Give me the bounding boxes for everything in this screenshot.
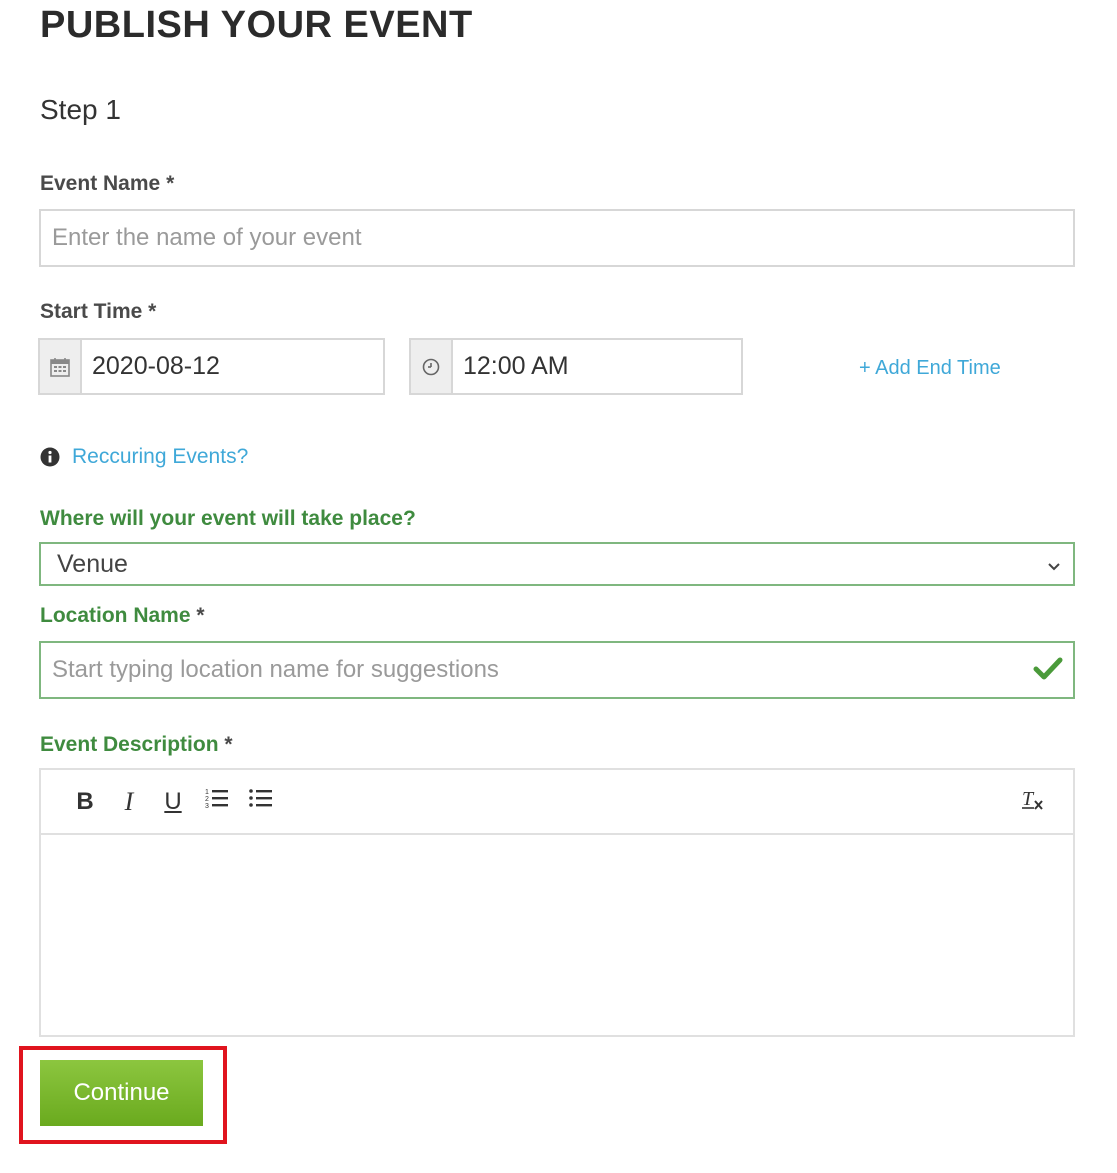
required-marker: *	[148, 300, 157, 323]
location-name-label: Location Name *	[40, 604, 205, 628]
start-time-label: Start Time *	[40, 300, 156, 324]
clear-format-button[interactable]: T	[1011, 782, 1055, 822]
svg-text:3: 3	[205, 803, 209, 809]
required-marker: *	[166, 172, 175, 195]
editor-content-area[interactable]	[41, 835, 1073, 1035]
location-name-input[interactable]	[39, 641, 1075, 699]
venue-select-value: Venue	[57, 549, 128, 578]
italic-button[interactable]: I	[107, 782, 151, 822]
page-title: PUBLISH YOUR EVENT	[40, 4, 473, 46]
event-description-label: Event Description *	[40, 733, 233, 757]
bullet-list-icon	[249, 787, 273, 816]
chevron-down-icon	[1047, 550, 1061, 579]
event-name-label: Event Name *	[40, 172, 174, 196]
calendar-icon	[40, 340, 82, 393]
continue-button[interactable]: Continue	[40, 1060, 203, 1126]
svg-text:2: 2	[205, 796, 209, 803]
location-name-label-text: Location Name	[40, 604, 191, 627]
description-editor[interactable]: B I U 1 2 3 T	[39, 768, 1075, 1037]
recurring-events-link[interactable]: Reccuring Events?	[72, 445, 248, 469]
date-picker[interactable]: 2020-08-12	[38, 338, 385, 395]
bold-button[interactable]: B	[63, 782, 107, 822]
event-name-label-text: Event Name	[40, 172, 161, 195]
time-value[interactable]: 12:00 AM	[453, 340, 741, 393]
add-end-time-link[interactable]: + Add End Time	[859, 357, 1001, 380]
start-time-label-text: Start Time	[40, 300, 143, 323]
svg-text:1: 1	[205, 789, 209, 796]
ordered-list-button[interactable]: 1 2 3	[195, 782, 239, 822]
event-description-label-text: Event Description	[40, 733, 219, 756]
ordered-list-icon: 1 2 3	[205, 787, 229, 816]
required-marker: *	[224, 733, 233, 756]
time-picker[interactable]: 12:00 AM	[409, 338, 743, 395]
svg-text:T: T	[1022, 788, 1035, 810]
checkmark-icon	[1033, 656, 1063, 687]
required-marker: *	[196, 604, 205, 627]
editor-toolbar: B I U 1 2 3 T	[41, 770, 1073, 835]
step-title: Step 1	[40, 94, 121, 125]
clear-format-icon: T	[1020, 786, 1046, 819]
venue-select[interactable]: Venue	[39, 542, 1075, 586]
event-name-input[interactable]	[39, 209, 1075, 267]
bullet-list-button[interactable]	[239, 782, 283, 822]
underline-button[interactable]: U	[151, 782, 195, 822]
clock-icon	[411, 340, 453, 393]
venue-question-label: Where will your event will take place?	[40, 507, 416, 530]
info-icon	[40, 447, 60, 472]
date-value[interactable]: 2020-08-12	[82, 340, 383, 393]
